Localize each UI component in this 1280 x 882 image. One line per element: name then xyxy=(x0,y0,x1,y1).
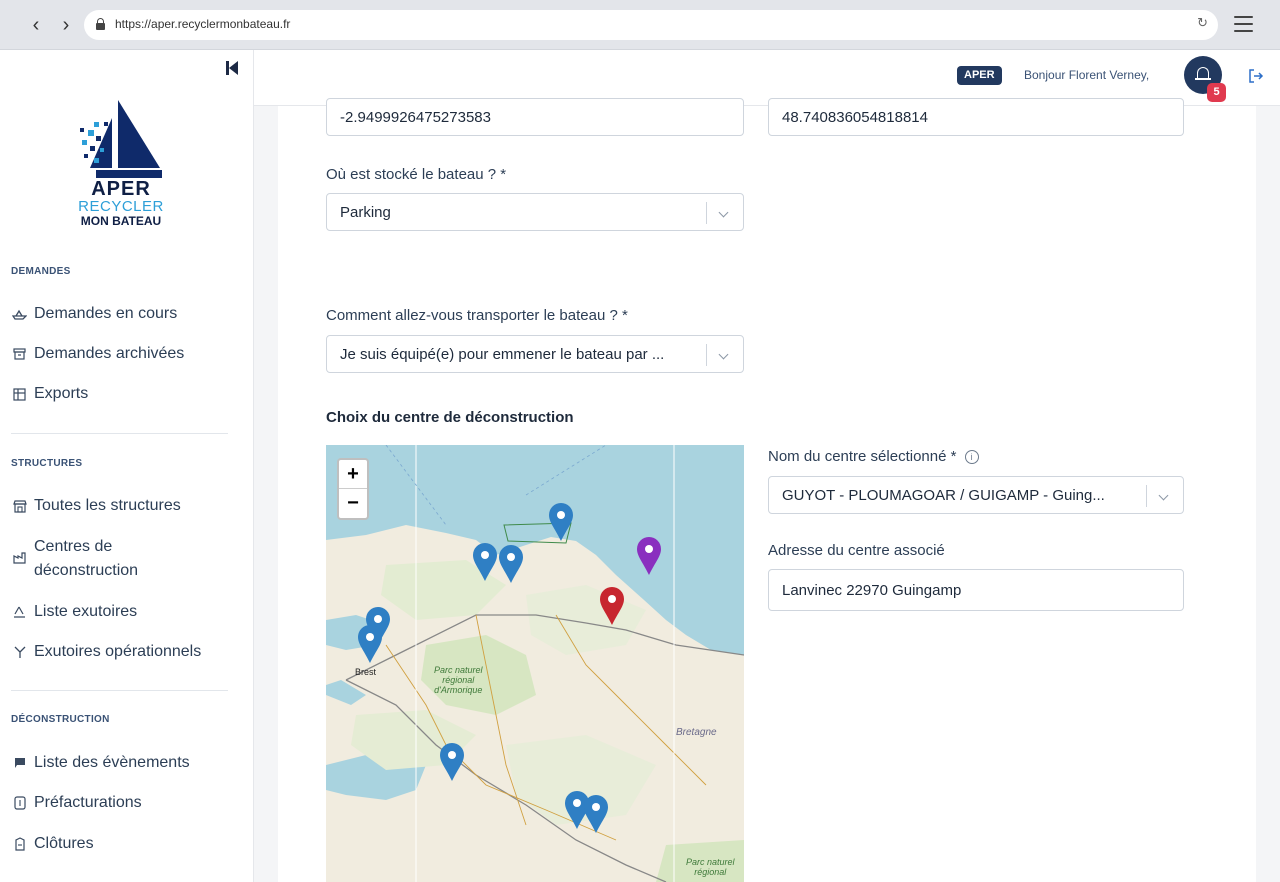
closure-icon xyxy=(11,836,28,853)
select-separator xyxy=(1146,485,1147,507)
section-structures: STRUCTURES xyxy=(11,458,83,469)
chevron-down-icon xyxy=(718,349,729,360)
map-marker-icon[interactable] xyxy=(584,795,608,833)
back-icon[interactable]: ‹ xyxy=(26,14,46,36)
storage-select[interactable]: Parking xyxy=(326,193,744,231)
selected-center-marker-icon[interactable] xyxy=(600,587,624,625)
chevron-down-icon xyxy=(1158,490,1169,501)
organization-badge: APER xyxy=(957,66,1002,85)
storage-label: Où est stocké le bateau ? * xyxy=(326,166,507,183)
sidebar-item-label: Centres de déconstruction xyxy=(34,535,138,583)
sidebar-item-exutoires-operationnels[interactable]: Exutoires opérationnels xyxy=(11,643,241,661)
sidebar-item-demandes-archivees[interactable]: Demandes archivées xyxy=(11,345,241,363)
center-address-label: Adresse du centre associé xyxy=(768,542,945,559)
split-icon xyxy=(11,644,28,661)
collapse-sidebar-icon[interactable] xyxy=(224,61,240,75)
recycle-icon xyxy=(11,604,28,621)
boat-location-marker-icon[interactable] xyxy=(637,537,661,575)
sidebar-item-label: Demandes archivées xyxy=(34,345,185,362)
browser-menu-icon[interactable] xyxy=(1234,16,1253,32)
url-text: https://aper.recyclermonbateau.fr xyxy=(115,17,291,31)
divider xyxy=(11,433,228,434)
center-name-label: Nom du centre sélectionné * i xyxy=(768,448,979,465)
map-marker-icon[interactable] xyxy=(549,503,573,541)
storage-select-value: Parking xyxy=(340,204,391,221)
center-section-title: Choix du centre de déconstruction xyxy=(326,409,574,426)
sidebar-item-clotures[interactable]: Clôtures xyxy=(11,835,241,853)
logo-recycler-text: RECYCLER xyxy=(78,198,164,215)
section-demandes: DEMANDES xyxy=(11,266,71,277)
invoice-icon xyxy=(11,795,28,812)
sidebar-item-label-line1: Centres de xyxy=(34,538,113,555)
section-deconstruction: DÉCONSTRUCTION xyxy=(11,714,110,725)
center-name-label-text: Nom du centre sélectionné * xyxy=(768,448,957,465)
select-separator xyxy=(706,202,707,224)
sidebar-item-liste-exutoires[interactable]: Liste exutoires xyxy=(11,603,241,621)
map-marker-icon[interactable] xyxy=(473,543,497,581)
sidebar-item-label: Exports xyxy=(34,385,89,402)
factory-icon xyxy=(11,549,28,566)
transport-select-value: Je suis équipé(e) pour emmener le bateau… xyxy=(340,346,665,363)
sidebar-item-label: Liste exutoires xyxy=(34,603,138,620)
sidebar-item-liste-evenements[interactable]: Liste des évènements xyxy=(11,754,241,772)
sidebar-item-centres-deconstruction[interactable]: Centres de déconstruction xyxy=(11,535,241,583)
logout-icon[interactable] xyxy=(1248,68,1264,84)
center-address-input[interactable]: Lanvinec 22970 Guingamp xyxy=(768,569,1184,611)
forward-icon[interactable]: › xyxy=(56,14,76,36)
reload-icon[interactable]: ↻ xyxy=(1197,15,1208,31)
map-marker-icon[interactable] xyxy=(499,545,523,583)
sidebar-item-label: Préfacturations xyxy=(34,794,142,811)
map-marker-icon[interactable] xyxy=(440,743,464,781)
sidebar: APER RECYCLER MON BATEAU DEMANDES Demand… xyxy=(0,50,254,882)
sidebar-item-label: Exutoires opérationnels xyxy=(34,643,202,660)
sidebar-item-demandes-en-cours[interactable]: Demandes en cours xyxy=(11,305,241,323)
sidebar-item-label: Demandes en cours xyxy=(34,305,178,322)
store-icon xyxy=(11,498,28,515)
sidebar-item-label: Liste des évènements xyxy=(34,754,190,771)
sidebar-item-label: Toutes les structures xyxy=(34,497,181,514)
sidebar-item-label: Clôtures xyxy=(34,835,94,852)
transport-label: Comment allez-vous transporter le bateau… xyxy=(326,307,628,324)
center-name-select-value: GUYOT - PLOUMAGOAR / GUIGAMP - Guing... xyxy=(782,487,1105,504)
divider xyxy=(11,690,228,691)
select-separator xyxy=(706,344,707,366)
app-logo: APER RECYCLER MON BATEAU xyxy=(78,100,164,232)
notification-count-badge: 5 xyxy=(1207,83,1226,102)
logo-mon-bateau-text: MON BATEAU xyxy=(80,214,162,228)
browser-toolbar: ‹ › https://aper.recyclermonbateau.fr ↻ xyxy=(0,0,1280,50)
sidebar-item-toutes-structures[interactable]: Toutes les structures xyxy=(11,497,241,515)
latitude-input[interactable]: 48.740836054818814 xyxy=(768,98,1184,136)
chevron-down-icon xyxy=(718,207,729,218)
archive-icon xyxy=(11,346,28,363)
info-icon[interactable]: i xyxy=(964,450,979,465)
address-bar[interactable]: https://aper.recyclermonbateau.fr ↻ xyxy=(84,10,1218,40)
center-name-select[interactable]: GUYOT - PLOUMAGOAR / GUIGAMP - Guing... xyxy=(768,476,1184,514)
longitude-input[interactable]: -2.9499926475273583 xyxy=(326,98,744,136)
deconstruction-centers-map[interactable]: + − Parc naturel régional d'Armorique Br… xyxy=(326,445,744,882)
user-greeting: Bonjour Florent Verney, xyxy=(1024,68,1150,82)
transport-select[interactable]: Je suis équipé(e) pour emmener le bateau… xyxy=(326,335,744,373)
lock-icon xyxy=(96,18,105,30)
map-marker-icon[interactable] xyxy=(358,625,382,663)
sidebar-item-label-line2: déconstruction xyxy=(34,562,139,579)
boat-icon xyxy=(11,306,28,323)
flag-icon xyxy=(11,755,28,772)
sidebar-item-exports[interactable]: Exports xyxy=(11,385,241,403)
table-export-icon xyxy=(11,386,28,403)
sidebar-item-prefacturations[interactable]: Préfacturations xyxy=(11,794,241,812)
